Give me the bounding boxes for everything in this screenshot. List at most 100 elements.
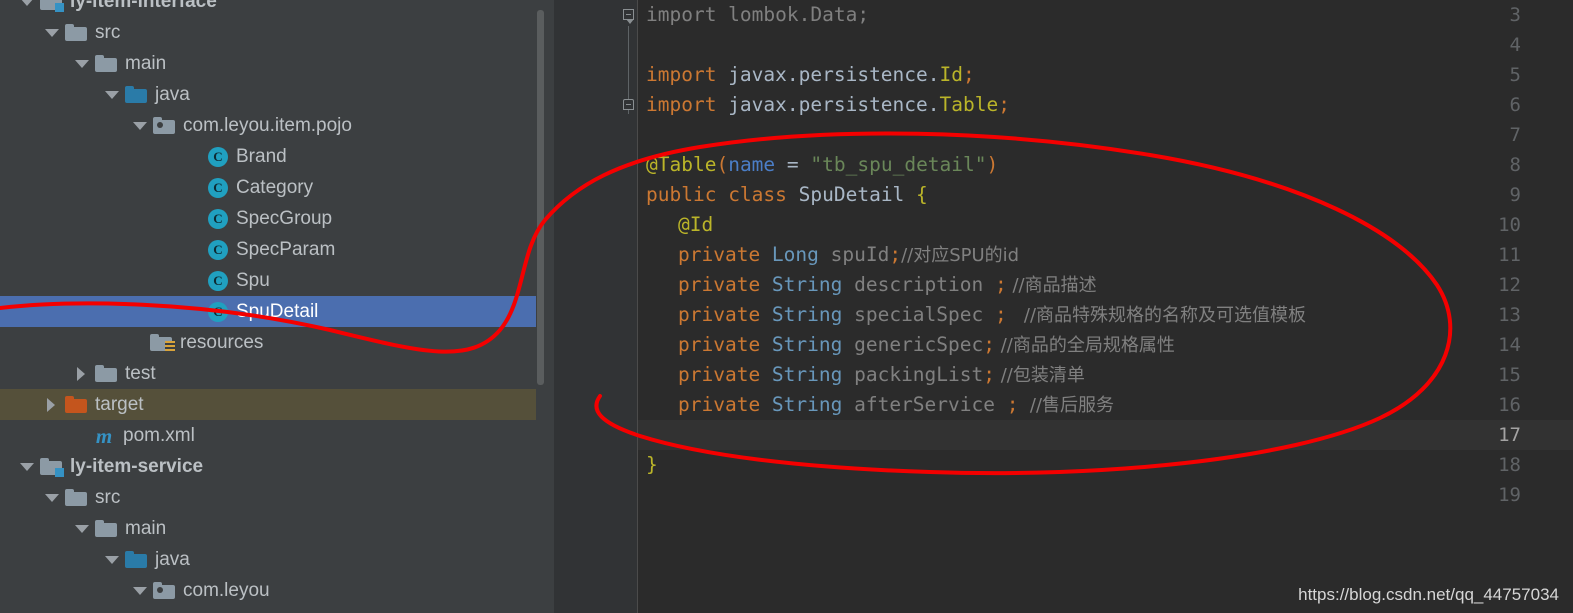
table-name-string: "tb_spu_detail" <box>810 153 987 176</box>
chevron-down-icon[interactable] <box>105 553 119 566</box>
tree-row[interactable]: C Brand <box>0 141 545 172</box>
source-folder-icon <box>125 86 147 103</box>
public-keyword: public <box>646 183 729 206</box>
line-number: 19 <box>1498 484 1521 506</box>
open-brace: { <box>916 183 928 206</box>
tree-row[interactable]: C SpecGroup <box>0 203 545 234</box>
chevron-down-icon[interactable] <box>133 584 147 597</box>
semicolon: ; <box>998 93 1010 116</box>
tree-row[interactable]: resources <box>0 327 545 358</box>
tree-row[interactable]: C SpuDetail <box>0 296 545 327</box>
code-line-14[interactable]: private String genericSpec; //商品的全局规格属性 <box>678 330 1175 360</box>
code-line-11[interactable]: private Long spuId;//对应SPU的id <box>678 240 1019 270</box>
tree-row[interactable]: C SpecParam <box>0 234 545 265</box>
close-brace: } <box>646 453 658 476</box>
tree-row[interactable]: main <box>0 48 545 79</box>
tree-row-label: SpecParam <box>236 239 336 260</box>
package-icon <box>153 582 175 599</box>
code-line-8[interactable]: @Table(name = "tb_spu_detail") <box>646 150 998 180</box>
no-arrow-spacer <box>188 274 201 287</box>
chevron-down-icon[interactable] <box>45 491 59 504</box>
no-arrow-spacer <box>73 429 86 442</box>
tree-row-label: src <box>95 487 121 508</box>
folder-icon <box>95 55 117 72</box>
field-name: description <box>854 273 995 296</box>
line-number: 6 <box>1509 94 1521 116</box>
field-type: String <box>771 333 855 356</box>
code-editor[interactable]: 3 4 5 6 7 8 9 10 11 12 13 14 15 16 17 18 19 import lombo… <box>554 0 1573 613</box>
code-line-5[interactable]: import javax.persistence.Id; <box>646 60 975 90</box>
code-line-3[interactable]: import lombok.Data; <box>646 0 869 30</box>
field-name: afterService <box>854 393 1007 416</box>
code-line-9[interactable]: public class SpuDetail { <box>646 180 928 210</box>
field-comment: //商品特殊规格的名称及可选值模板 <box>1006 305 1307 326</box>
java-class-icon: C <box>208 239 228 260</box>
chevron-down-icon[interactable] <box>75 57 89 70</box>
tree-row-label: java <box>155 84 190 105</box>
tree-row[interactable]: src <box>0 482 545 513</box>
field-type: String <box>771 393 855 416</box>
fold-toggle-icon[interactable] <box>623 99 634 110</box>
code-line-15[interactable]: private String packingList; //包装清单 <box>678 360 1085 390</box>
chevron-down-icon[interactable] <box>133 119 147 132</box>
chevron-right-icon[interactable] <box>45 398 58 412</box>
tree-row[interactable]: ly-item-interface <box>0 0 545 17</box>
project-tree-scrollbar[interactable] <box>536 0 545 613</box>
equals-operator: = <box>775 153 811 176</box>
tree-row[interactable]: com.leyou <box>0 575 545 606</box>
chevron-right-icon[interactable] <box>75 367 88 381</box>
line-number-gutter[interactable] <box>554 0 637 613</box>
line-number: 11 <box>1498 244 1521 266</box>
code-line-13[interactable]: private String specialSpec ; //商品特殊规格的名称… <box>678 300 1306 330</box>
tree-row[interactable]: java <box>0 79 545 110</box>
line-number: 3 <box>1509 4 1521 26</box>
line-number: 15 <box>1498 364 1521 386</box>
code-line-10[interactable]: @Id <box>678 210 713 240</box>
fold-toggle-icon[interactable] <box>623 9 634 24</box>
tree-row[interactable]: m pom.xml <box>0 420 545 451</box>
chevron-down-icon[interactable] <box>20 0 34 8</box>
tree-row[interactable]: ly-item-service <box>0 451 545 482</box>
chevron-down-icon[interactable] <box>45 26 59 39</box>
code-line-6[interactable]: import javax.persistence.Table; <box>646 90 1010 120</box>
project-tree-panel[interactable]: ly-item-interface src main java com.leyou.it… <box>0 0 545 613</box>
tree-row[interactable]: src <box>0 17 545 48</box>
chevron-down-icon[interactable] <box>20 460 34 473</box>
chevron-down-icon[interactable] <box>75 522 89 535</box>
tree-row[interactable]: C Category <box>0 172 545 203</box>
tree-row[interactable]: main <box>0 513 545 544</box>
folder-icon <box>65 489 87 506</box>
tree-row[interactable]: java <box>0 544 545 575</box>
line-number: 17 <box>1498 424 1521 446</box>
field-comment: //售后服务 <box>1018 395 1115 416</box>
semicolon: ; <box>983 333 995 356</box>
maven-pom-icon: m <box>95 423 113 448</box>
field-comment: //商品的全局规格属性 <box>995 335 1175 356</box>
scrollbar-thumb[interactable] <box>537 10 544 385</box>
semicolon: ; <box>889 243 902 266</box>
module-folder-icon <box>40 458 64 477</box>
chevron-down-icon[interactable] <box>105 88 119 101</box>
field-name: packingList <box>854 363 984 386</box>
tree-row[interactable]: test <box>0 358 545 389</box>
package-path: javax.persistence. <box>728 93 940 116</box>
source-folder-icon <box>125 551 147 568</box>
tree-row-label: main <box>125 518 167 539</box>
current-line-highlight <box>638 420 1573 450</box>
java-class-icon: C <box>208 208 228 229</box>
no-arrow-spacer <box>188 243 201 256</box>
semicolon: ; <box>1006 393 1019 416</box>
field-comment: //包装清单 <box>995 365 1085 386</box>
tree-row[interactable]: C Spu <box>0 265 545 296</box>
no-arrow-spacer <box>188 150 201 163</box>
field-type: String <box>771 303 855 326</box>
code-line-12[interactable]: private String description ; //商品描述 <box>678 270 1097 300</box>
field-comment: //对应SPU的id <box>901 245 1020 266</box>
tree-row[interactable]: target <box>0 389 545 420</box>
code-line-18[interactable]: } <box>646 450 658 480</box>
tree-row-label: Category <box>236 177 314 198</box>
id-annotation: @Id <box>678 213 714 236</box>
tree-row[interactable]: com.leyou.item.pojo <box>0 110 545 141</box>
code-line-16[interactable]: private String afterService ; //售后服务 <box>678 390 1114 420</box>
import-keyword: import <box>646 63 729 86</box>
